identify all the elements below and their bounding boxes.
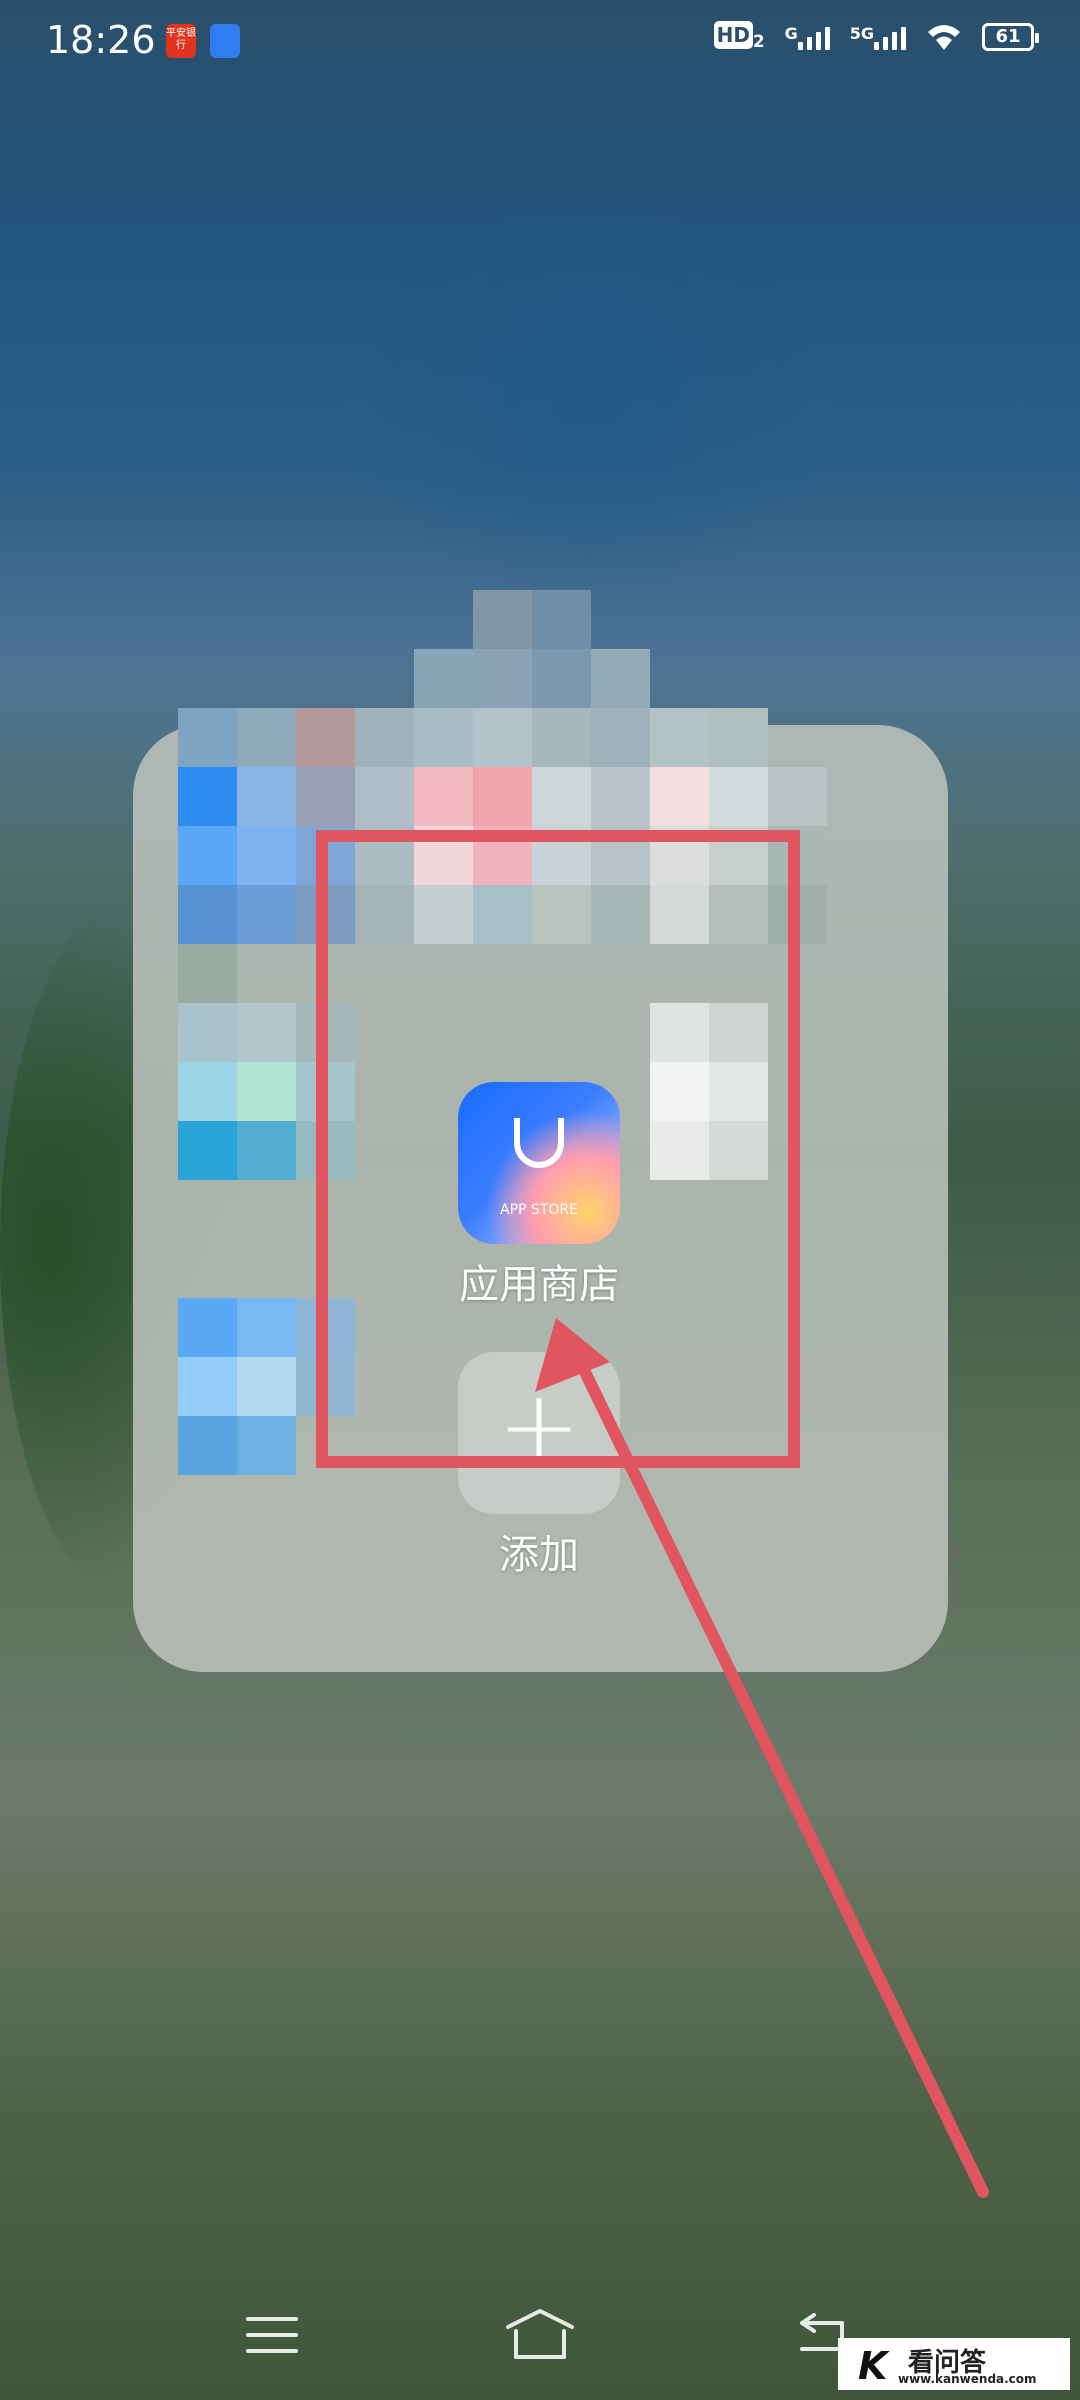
home-icon[interactable] <box>504 2305 576 2365</box>
annotation-arrow <box>535 1318 989 2198</box>
watermark: K 看问答 www.kanwenda.com <box>838 2338 1070 2390</box>
menu-icon[interactable] <box>244 2305 300 2365</box>
kanwenda-logo-icon: K <box>858 2344 888 2388</box>
